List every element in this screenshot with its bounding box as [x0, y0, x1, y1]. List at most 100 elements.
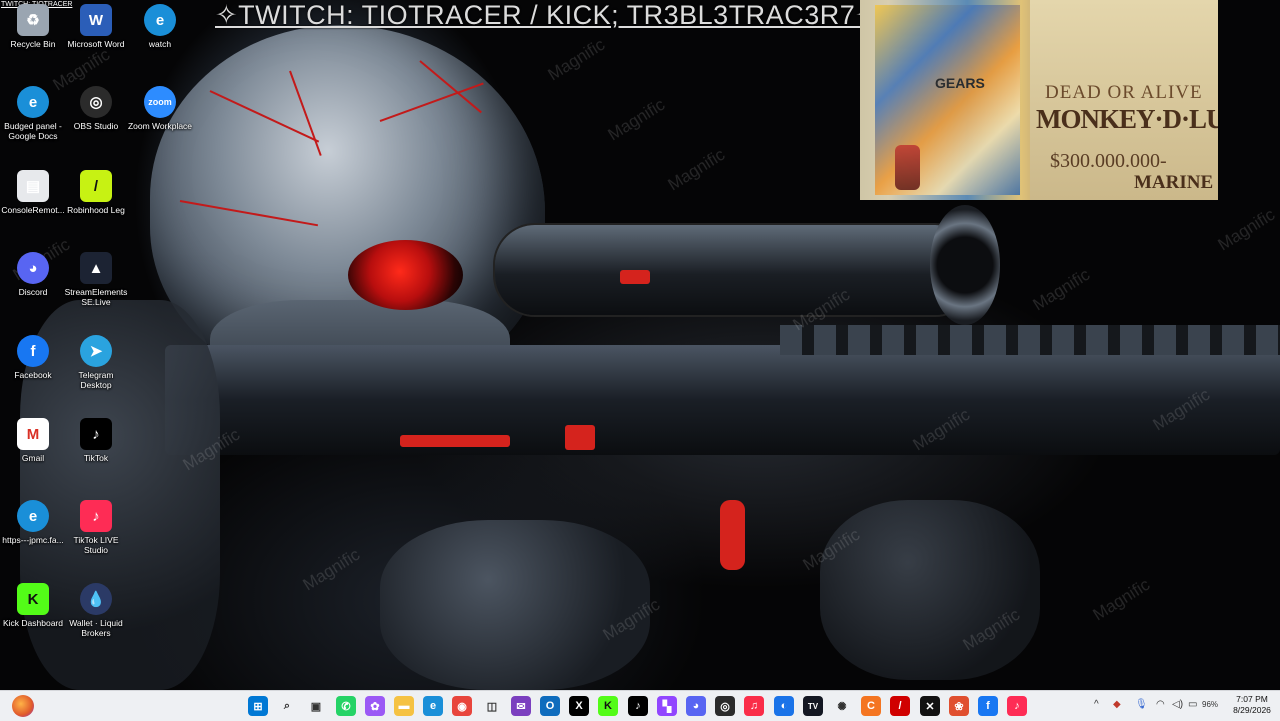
- edge-icon: e: [17, 86, 49, 118]
- microphone-icon[interactable]: 🎙: [1135, 699, 1148, 710]
- twitch-icon[interactable]: ▚: [657, 696, 677, 716]
- desktop-icon-label: ConsoleRemot...: [1, 205, 65, 215]
- desktop-icon-word[interactable]: W Microsoft Word: [63, 4, 129, 49]
- kick-icon: K: [17, 583, 49, 615]
- wanted-poster-bounty: $300.000.000-: [1050, 150, 1167, 172]
- taskbar: ⊞ ⌕ ▣ ✆ ✿ ▬ e ◉ ◫ ✉ O X K ♪ ▚ ◕ ◎ ♫ ◐ TV ✺ C / ✕ ❀ f ♪ ^ ◆ 🎙 ◠ ◁) …: [0, 690, 1280, 721]
- desktop-icon-kick[interactable]: K Kick Dashboard: [0, 583, 66, 628]
- wifi-icon[interactable]: ◠: [1156, 699, 1165, 710]
- rifle-scope: [495, 225, 975, 315]
- watermark: Magnific: [544, 34, 609, 85]
- battery-percent: 96%: [1202, 700, 1219, 709]
- rifle-red-accent: [620, 270, 650, 284]
- stream-banner: ✧TWITCH: TIOTRACER / KICK; TR3BL3TRAC3R7…: [215, 0, 879, 30]
- chrome-icon[interactable]: ◉: [452, 696, 472, 716]
- desktop-icon-label: TikTok LIVE Studio: [73, 535, 119, 555]
- photos-icon[interactable]: ❀: [949, 696, 969, 716]
- desktop-icon-label: Facebook: [14, 370, 52, 380]
- battery-icon[interactable]: ▭: [1188, 699, 1197, 710]
- edge-icon[interactable]: e: [423, 696, 443, 716]
- desktop-icon-label: TikTok: [83, 453, 109, 463]
- desktop-icon-tiktok-live[interactable]: ♪ TikTok LIVE Studio: [63, 500, 129, 555]
- taskbar-clock[interactable]: 7:07 PM 8/29/2026: [1226, 694, 1278, 716]
- desktop-icon-discord[interactable]: ◕ Discord: [0, 252, 66, 297]
- desktop-icon-facebook[interactable]: f Facebook: [0, 335, 66, 380]
- desktop-icon-label: Gmail: [21, 453, 45, 463]
- tiktok-live-icon[interactable]: ♪: [1007, 696, 1027, 716]
- desktop-icon-label: watch: [148, 39, 172, 49]
- store-icon[interactable]: ◫: [482, 696, 502, 716]
- desktop-icon-edge[interactable]: e watch: [127, 4, 193, 49]
- chatgpt-icon[interactable]: ✺: [832, 696, 852, 716]
- desktop-icon-liquid-wallet[interactable]: 💧 Wallet · Liquid Brokers: [63, 583, 129, 638]
- wanted-poster: DEAD OR ALIVE MONKEY·D·LUFFY $300.000.00…: [1030, 0, 1218, 200]
- widgets-icon[interactable]: [12, 695, 34, 717]
- rifle-body: [165, 345, 1280, 455]
- desktop-icon-telegram[interactable]: ➤ Telegram Desktop: [63, 335, 129, 390]
- recycle-bin-icon: ♻: [17, 4, 49, 36]
- file-explorer-icon[interactable]: ▬: [394, 696, 414, 716]
- watermark: Magnific: [664, 144, 729, 195]
- wanted-poster-name: MONKEY·D·LUFFY: [1036, 104, 1218, 134]
- desktop-icon-edge[interactable]: e https---jpmc.fa...: [0, 500, 66, 545]
- start-button[interactable]: ⊞: [248, 696, 268, 716]
- volume-icon[interactable]: ◁): [1172, 699, 1183, 710]
- tray-overflow-chevron-icon[interactable]: ^: [1094, 699, 1099, 710]
- desktop-icon-edge[interactable]: e Budged panel - Google Docs: [0, 86, 66, 141]
- tiktok-icon[interactable]: ♪: [628, 696, 648, 716]
- mail-icon[interactable]: ✉: [511, 696, 531, 716]
- desktop-icon-label: Budged panel - Google Docs: [4, 121, 62, 141]
- tradingview-icon[interactable]: TV: [803, 696, 823, 716]
- anime-poster: GEARS: [875, 5, 1020, 195]
- watermark: Magnific: [1029, 264, 1094, 315]
- desktop-icon-label: Recycle Bin: [10, 39, 56, 49]
- tray-app-icon[interactable]: ◆: [1113, 699, 1121, 710]
- desktop-icon-console-remote[interactable]: ▤ ConsoleRemot...: [0, 170, 66, 215]
- poster-sign: GEARS: [935, 75, 985, 91]
- wanted-poster-heading: DEAD OR ALIVE: [1045, 82, 1203, 103]
- console-remote-icon: ▤: [17, 170, 49, 202]
- desktop-icon-label: Zoom Workplace: [127, 121, 193, 131]
- desktop-icon-robinhood[interactable]: / Robinhood Leg: [63, 170, 129, 215]
- clock-date: 8/29/2026: [1233, 705, 1271, 715]
- copilot-icon[interactable]: ✿: [365, 696, 385, 716]
- capcut-icon[interactable]: ✕: [920, 696, 940, 716]
- apple-music-icon[interactable]: ♫: [744, 696, 764, 716]
- whatsapp-icon[interactable]: ✆: [336, 696, 356, 716]
- desktop-icon-zoom[interactable]: zoom Zoom Workplace: [127, 86, 193, 131]
- desktop-icon-label: Kick Dashboard: [2, 618, 63, 628]
- crunchyroll-icon[interactable]: C: [861, 696, 881, 716]
- desktop-icon-tiktok[interactable]: ♪ TikTok: [63, 418, 129, 463]
- rifle-red-accent: [565, 425, 595, 450]
- wanted-poster-marine: MARINE: [1134, 172, 1214, 193]
- copilot-app-icon[interactable]: ◐: [774, 696, 794, 716]
- desktop-icon-label: Telegram Desktop: [78, 370, 114, 390]
- search-button[interactable]: ⌕: [277, 696, 297, 716]
- scope-lens: [930, 205, 1000, 325]
- discord-icon[interactable]: ◕: [686, 696, 706, 716]
- desktop-icon-label: Discord: [18, 287, 48, 297]
- desktop-icon-label: StreamElements SE.Live: [64, 287, 128, 307]
- task-view-button[interactable]: ▣: [306, 696, 326, 716]
- liquid-wallet-icon: 💧: [80, 583, 112, 615]
- word-icon: W: [80, 4, 112, 36]
- desktop-icon-gmail[interactable]: M Gmail: [0, 418, 66, 463]
- desktop-icon-label: https---jpmc.fa...: [2, 535, 64, 545]
- clock-time: 7:07 PM: [1236, 694, 1268, 704]
- rifle-rail: [780, 325, 1280, 355]
- desktop-icon-obs[interactable]: ◎ OBS Studio: [63, 86, 129, 131]
- outlook-icon[interactable]: O: [540, 696, 560, 716]
- robinhood-icon[interactable]: /: [890, 696, 910, 716]
- edge-icon: e: [144, 4, 176, 36]
- x-icon[interactable]: X: [569, 696, 589, 716]
- desktop-icon-streamelements[interactable]: ▲ StreamElements SE.Live: [63, 252, 129, 307]
- tiktok-icon: ♪: [80, 418, 112, 450]
- desktop-icon-recycle-bin[interactable]: ♻ Recycle Bin: [0, 4, 66, 49]
- kick-icon[interactable]: K: [598, 696, 618, 716]
- watermark: Magnific: [1089, 574, 1154, 625]
- desktop-icon-label: Robinhood Leg: [67, 205, 125, 215]
- streamelements-icon: ▲: [80, 252, 112, 284]
- watermark: Magnific: [604, 94, 669, 145]
- obs-icon[interactable]: ◎: [715, 696, 735, 716]
- facebook-icon[interactable]: f: [978, 696, 998, 716]
